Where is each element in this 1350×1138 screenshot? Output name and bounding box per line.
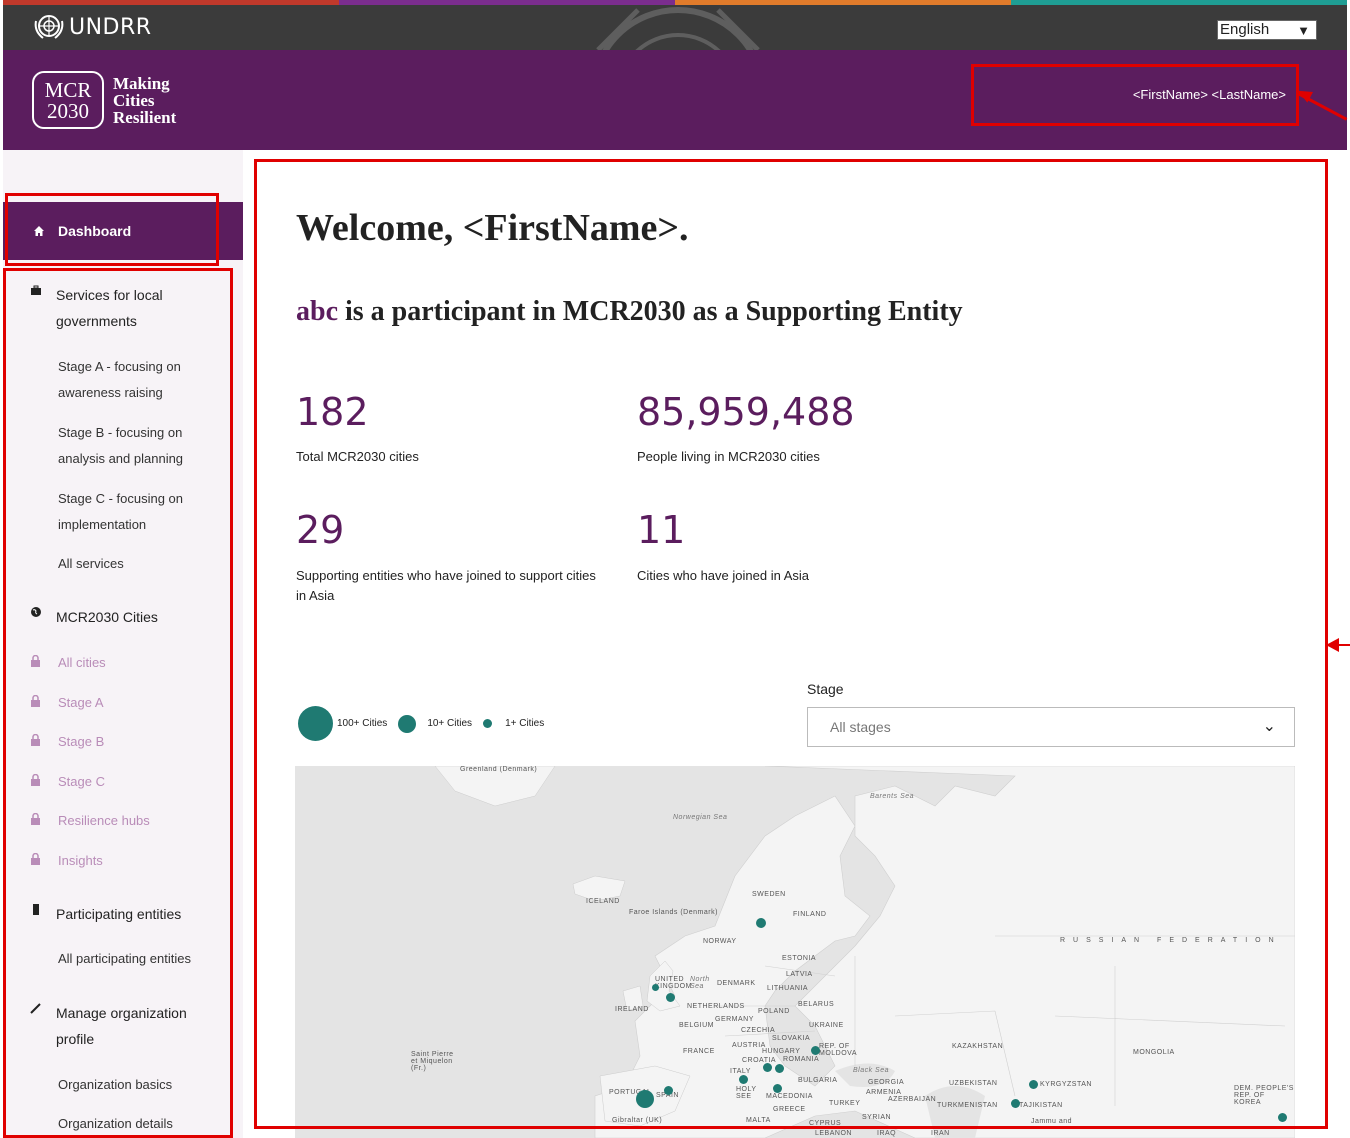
annotation-arrowhead: [1326, 638, 1339, 652]
annotation-box: [5, 193, 219, 266]
page: UNDRR English ▼ MCR 2030 Making Cities R…: [0, 0, 1350, 1138]
badge-line1: MCR: [44, 78, 92, 102]
site-title: Making Cities Resilient: [113, 75, 176, 126]
color-stripe: [3, 0, 339, 5]
language-value: English: [1220, 21, 1270, 38]
user-name: <FirstName> <LastName>: [1132, 87, 1286, 102]
user-menu[interactable]: <FirstName> <LastName>: [971, 64, 1299, 126]
undrr-logo[interactable]: UNDRR: [33, 13, 152, 41]
map-label: IRAQ: [877, 1130, 897, 1137]
site-header: MCR 2030 Making Cities Resilient <FirstN…: [3, 50, 1347, 150]
annotation-box: [3, 268, 233, 1138]
color-stripe: [1011, 0, 1347, 5]
title-line1: Making: [113, 74, 170, 93]
map-label: IRAN: [931, 1130, 950, 1137]
map-label: LEBANON: [815, 1130, 852, 1137]
mcr2030-logo[interactable]: MCR 2030: [32, 71, 104, 129]
title-line3: Resilient: [113, 108, 177, 127]
badge-line2: 2030: [47, 99, 89, 123]
title-line2: Cities: [113, 91, 155, 110]
annotation-box: [254, 159, 1328, 1129]
un-emblem-icon: [34, 15, 64, 39]
un-emblem-watermark: [596, 7, 760, 50]
chevron-down-icon: ▼: [1297, 23, 1310, 38]
language-select[interactable]: English ▼: [1217, 20, 1317, 40]
top-bar: UNDRR English ▼: [3, 0, 1347, 50]
brand-text: UNDRR: [69, 14, 152, 40]
